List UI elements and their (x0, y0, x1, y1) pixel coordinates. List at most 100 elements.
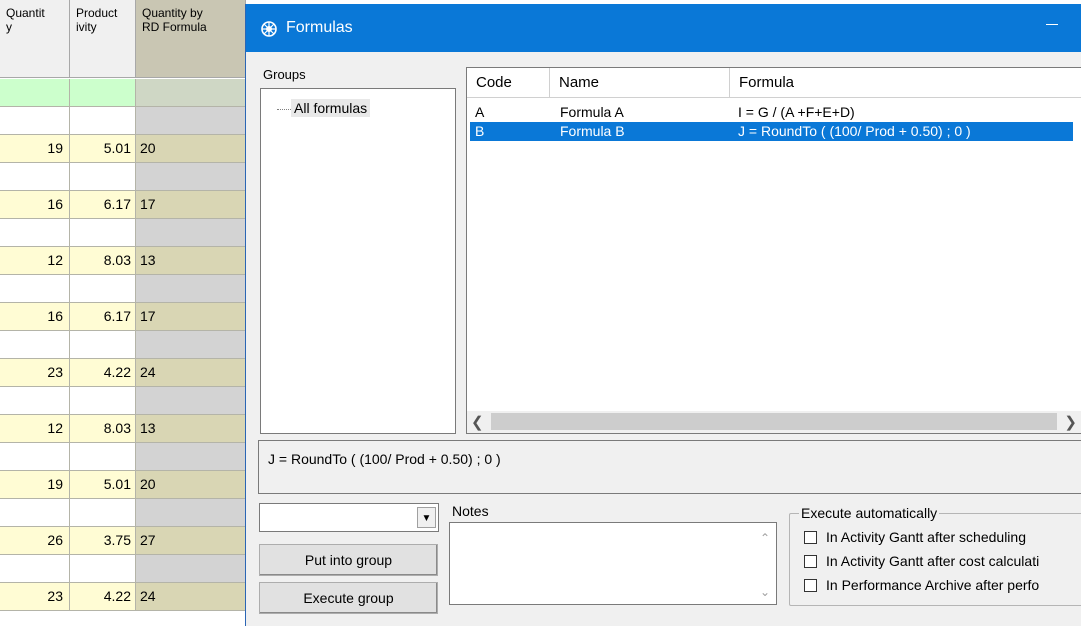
column-header-productivity[interactable]: Product ivity (70, 0, 136, 78)
cell-rd-formula[interactable] (136, 331, 246, 358)
cell-rd-formula[interactable] (136, 387, 246, 414)
cell-quantity[interactable]: 23 (0, 359, 70, 386)
cell-productivity[interactable] (70, 107, 136, 134)
cell-rd-formula[interactable]: 20 (136, 135, 246, 162)
cell-quantity[interactable] (0, 499, 70, 526)
cell-productivity[interactable]: 3.75 (70, 527, 136, 554)
cell-productivity[interactable] (70, 79, 136, 106)
table-row[interactable]: 12 8.03 13 (0, 415, 246, 443)
cell-rd-formula[interactable]: 27 (136, 527, 246, 554)
cell-productivity[interactable] (70, 443, 136, 470)
cell-rd-formula[interactable]: 17 (136, 303, 246, 330)
table-row[interactable]: 23 4.22 24 (0, 583, 246, 611)
cell-quantity[interactable]: 19 (0, 471, 70, 498)
cell-quantity[interactable] (0, 163, 70, 190)
cell-rd-formula[interactable]: 13 (136, 247, 246, 274)
cell-productivity[interactable]: 6.17 (70, 191, 136, 218)
cell-productivity[interactable]: 8.03 (70, 247, 136, 274)
table-row[interactable]: 23 4.22 24 (0, 359, 246, 387)
minimize-icon[interactable] (1046, 24, 1058, 25)
table-row[interactable] (0, 331, 246, 359)
cell-rd-formula[interactable] (136, 79, 246, 106)
scroll-thumb[interactable] (491, 413, 1057, 430)
cell-quantity[interactable] (0, 331, 70, 358)
table-row[interactable] (0, 79, 246, 107)
cell-rd-formula[interactable] (136, 163, 246, 190)
table-row[interactable] (0, 443, 246, 471)
cell-quantity[interactable]: 23 (0, 583, 70, 610)
checkbox-box[interactable] (804, 531, 817, 544)
cell-rd-formula[interactable] (136, 443, 246, 470)
scroll-left-icon[interactable]: ❮ (471, 413, 484, 431)
cell-rd-formula[interactable] (136, 275, 246, 302)
cell-quantity[interactable] (0, 555, 70, 582)
scroll-up-icon[interactable]: ⌃ (760, 531, 770, 545)
cell-rd-formula[interactable] (136, 219, 246, 246)
table-row[interactable]: 16 6.17 17 (0, 303, 246, 331)
column-header-rd-formula[interactable]: Quantity by RD Formula (136, 0, 246, 78)
cell-quantity[interactable] (0, 79, 70, 106)
cell-productivity[interactable]: 4.22 (70, 583, 136, 610)
cell-rd-formula[interactable]: 20 (136, 471, 246, 498)
cell-productivity[interactable]: 4.22 (70, 359, 136, 386)
cell-rd-formula[interactable]: 13 (136, 415, 246, 442)
checkbox-after-scheduling[interactable]: In Activity Gantt after scheduling (804, 527, 1026, 547)
cell-productivity[interactable]: 8.03 (70, 415, 136, 442)
cell-rd-formula[interactable]: 24 (136, 583, 246, 610)
cell-quantity[interactable] (0, 107, 70, 134)
table-row[interactable]: 19 5.01 20 (0, 135, 246, 163)
checkbox-box[interactable] (804, 579, 817, 592)
cell-productivity[interactable] (70, 163, 136, 190)
chevron-down-icon[interactable]: ▼ (417, 507, 436, 528)
cell-productivity[interactable]: 5.01 (70, 135, 136, 162)
cell-quantity[interactable] (0, 219, 70, 246)
table-row[interactable] (0, 163, 246, 191)
cell-quantity[interactable]: 12 (0, 415, 70, 442)
list-header-name[interactable]: Name (550, 68, 730, 98)
table-row[interactable]: 12 8.03 13 (0, 247, 246, 275)
formula-list[interactable]: Code Name Formula A Formula A I = G / (A… (466, 67, 1081, 434)
table-row[interactable] (0, 555, 246, 583)
list-item-selected[interactable]: B Formula B J = RoundTo ( (100/ Prod + 0… (470, 122, 1073, 141)
cell-quantity[interactable] (0, 387, 70, 414)
table-row[interactable] (0, 275, 246, 303)
title-bar[interactable]: Formulas (246, 4, 1081, 52)
list-header-code[interactable]: Code (467, 68, 550, 98)
cell-rd-formula[interactable] (136, 499, 246, 526)
cell-productivity[interactable] (70, 331, 136, 358)
column-header-quantity[interactable]: Quantit y (0, 0, 70, 78)
horizontal-scrollbar[interactable]: ❮ ❯ (467, 411, 1081, 433)
cell-rd-formula[interactable] (136, 555, 246, 582)
cell-productivity[interactable] (70, 219, 136, 246)
cell-productivity[interactable] (70, 275, 136, 302)
cell-quantity[interactable] (0, 275, 70, 302)
table-row[interactable] (0, 387, 246, 415)
cell-rd-formula[interactable]: 24 (136, 359, 246, 386)
cell-rd-formula[interactable] (136, 107, 246, 134)
cell-quantity[interactable]: 16 (0, 303, 70, 330)
checkbox-after-cost-calculation[interactable]: In Activity Gantt after cost calculati (804, 551, 1039, 571)
checkbox-performance-archive[interactable]: In Performance Archive after perfo (804, 575, 1039, 595)
cell-quantity[interactable]: 26 (0, 527, 70, 554)
table-row[interactable]: 16 6.17 17 (0, 191, 246, 219)
put-into-group-button[interactable]: Put into group (259, 544, 438, 576)
list-header-formula[interactable]: Formula (730, 68, 1081, 98)
cell-quantity[interactable]: 19 (0, 135, 70, 162)
cell-quantity[interactable]: 12 (0, 247, 70, 274)
cell-productivity[interactable]: 6.17 (70, 303, 136, 330)
cell-productivity[interactable] (70, 387, 136, 414)
tree-item-all-formulas[interactable]: All formulas (291, 99, 371, 117)
scroll-down-icon[interactable]: ⌄ (760, 585, 770, 599)
group-select[interactable]: ▼ (259, 503, 439, 532)
table-row[interactable]: 26 3.75 27 (0, 527, 246, 555)
table-row[interactable] (0, 499, 246, 527)
cell-productivity[interactable]: 5.01 (70, 471, 136, 498)
cell-quantity[interactable]: 16 (0, 191, 70, 218)
cell-quantity[interactable] (0, 443, 70, 470)
table-row[interactable] (0, 219, 246, 247)
checkbox-box[interactable] (804, 555, 817, 568)
table-row[interactable] (0, 107, 246, 135)
notes-textarea[interactable]: ⌃ ⌄ (449, 522, 777, 605)
list-item[interactable]: A Formula A I = G / (A +F+E+D) (470, 103, 1073, 122)
cell-rd-formula[interactable]: 17 (136, 191, 246, 218)
